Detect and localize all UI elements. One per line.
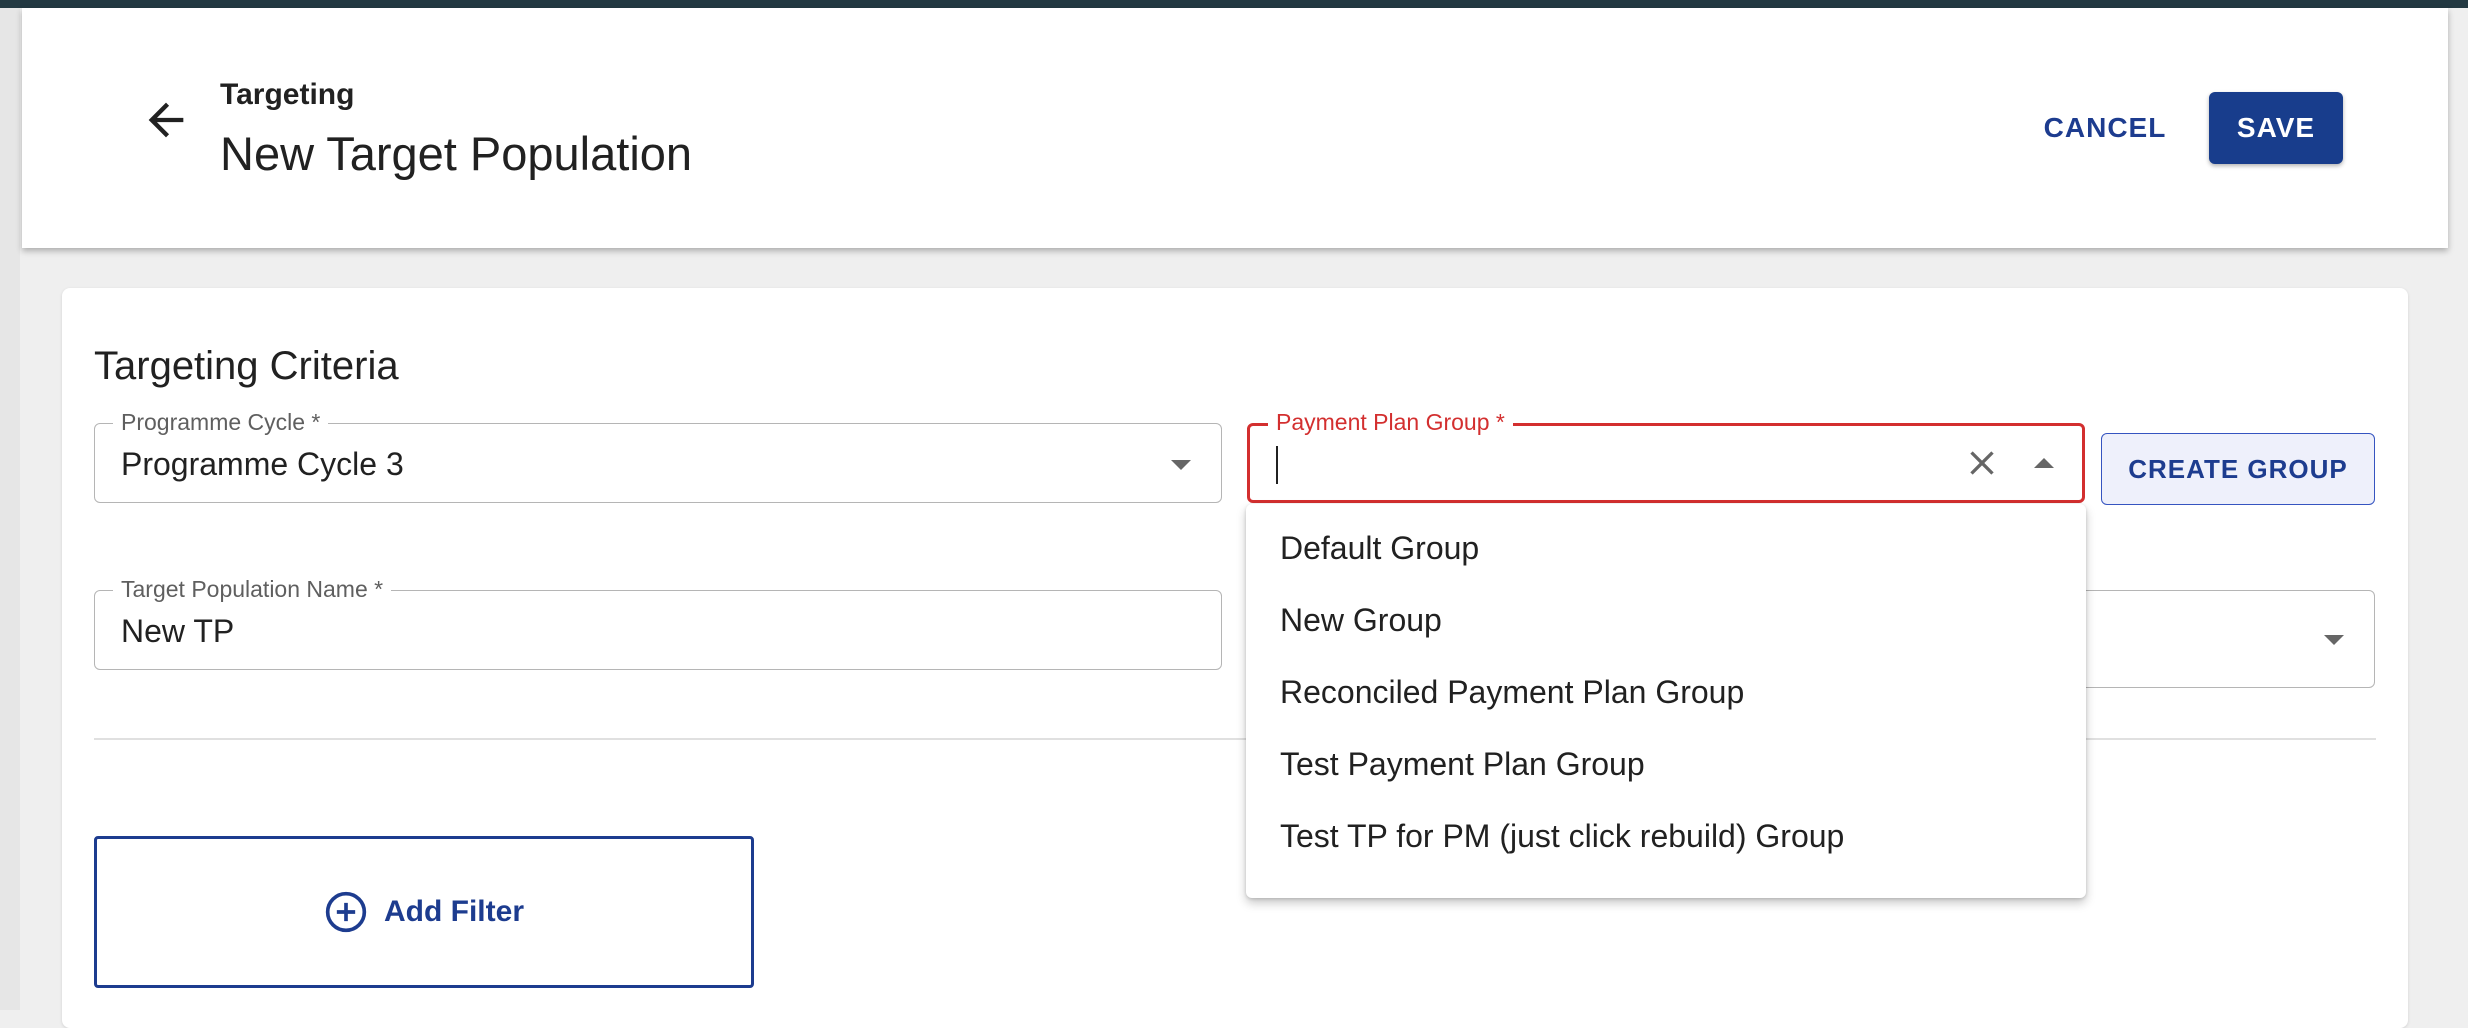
page-title: New Target Population <box>220 127 693 180</box>
target-population-name-field[interactable]: Target Population Name * New TP <box>94 576 1222 670</box>
create-group-button[interactable]: CREATE GROUP <box>2101 433 2375 505</box>
caret-down-icon[interactable] <box>2324 635 2344 645</box>
programme-cycle-select[interactable]: Programme Cycle * Programme Cycle 3 <box>94 409 1222 503</box>
dropdown-option[interactable]: Test Payment Plan Group <box>1246 728 2086 800</box>
target-population-name-label: Target Population Name * <box>113 576 392 602</box>
breadcrumb[interactable]: Targeting <box>220 78 354 112</box>
add-circle-icon <box>325 891 367 933</box>
text-cursor <box>1276 446 1278 484</box>
arrow-left-icon <box>148 102 184 138</box>
programme-cycle-label: Programme Cycle * <box>113 409 329 435</box>
payment-plan-group-dropdown: Default Group New Group Reconciled Payme… <box>1246 504 2086 898</box>
close-icon[interactable] <box>1962 443 2002 483</box>
left-gutter <box>0 8 20 1010</box>
payment-plan-group-label: Payment Plan Group * <box>1268 409 1513 435</box>
dropdown-option[interactable]: Test TP for PM (just click rebuild) Grou… <box>1246 800 2086 872</box>
section-title: Targeting Criteria <box>94 344 399 388</box>
cancel-button[interactable]: CANCEL <box>2030 92 2180 164</box>
caret-down-icon[interactable] <box>1171 460 1191 470</box>
payment-plan-group-input[interactable]: Payment Plan Group * <box>1247 409 2085 503</box>
save-button[interactable]: SAVE <box>2209 92 2343 164</box>
dropdown-option[interactable]: New Group <box>1246 584 2086 656</box>
add-filter-label: Add Filter <box>384 895 524 928</box>
page-header: Targeting New Target Population CANCEL S… <box>22 8 2448 248</box>
caret-up-icon[interactable] <box>2034 458 2054 468</box>
top-app-bar <box>0 0 2468 8</box>
add-filter-button[interactable]: Add Filter <box>94 836 754 988</box>
target-population-name-value: New TP <box>121 613 235 649</box>
dropdown-option[interactable]: Default Group <box>1246 512 2086 584</box>
dropdown-option[interactable]: Reconciled Payment Plan Group <box>1246 656 2086 728</box>
programme-cycle-value: Programme Cycle 3 <box>121 446 404 482</box>
back-button[interactable] <box>120 74 212 166</box>
